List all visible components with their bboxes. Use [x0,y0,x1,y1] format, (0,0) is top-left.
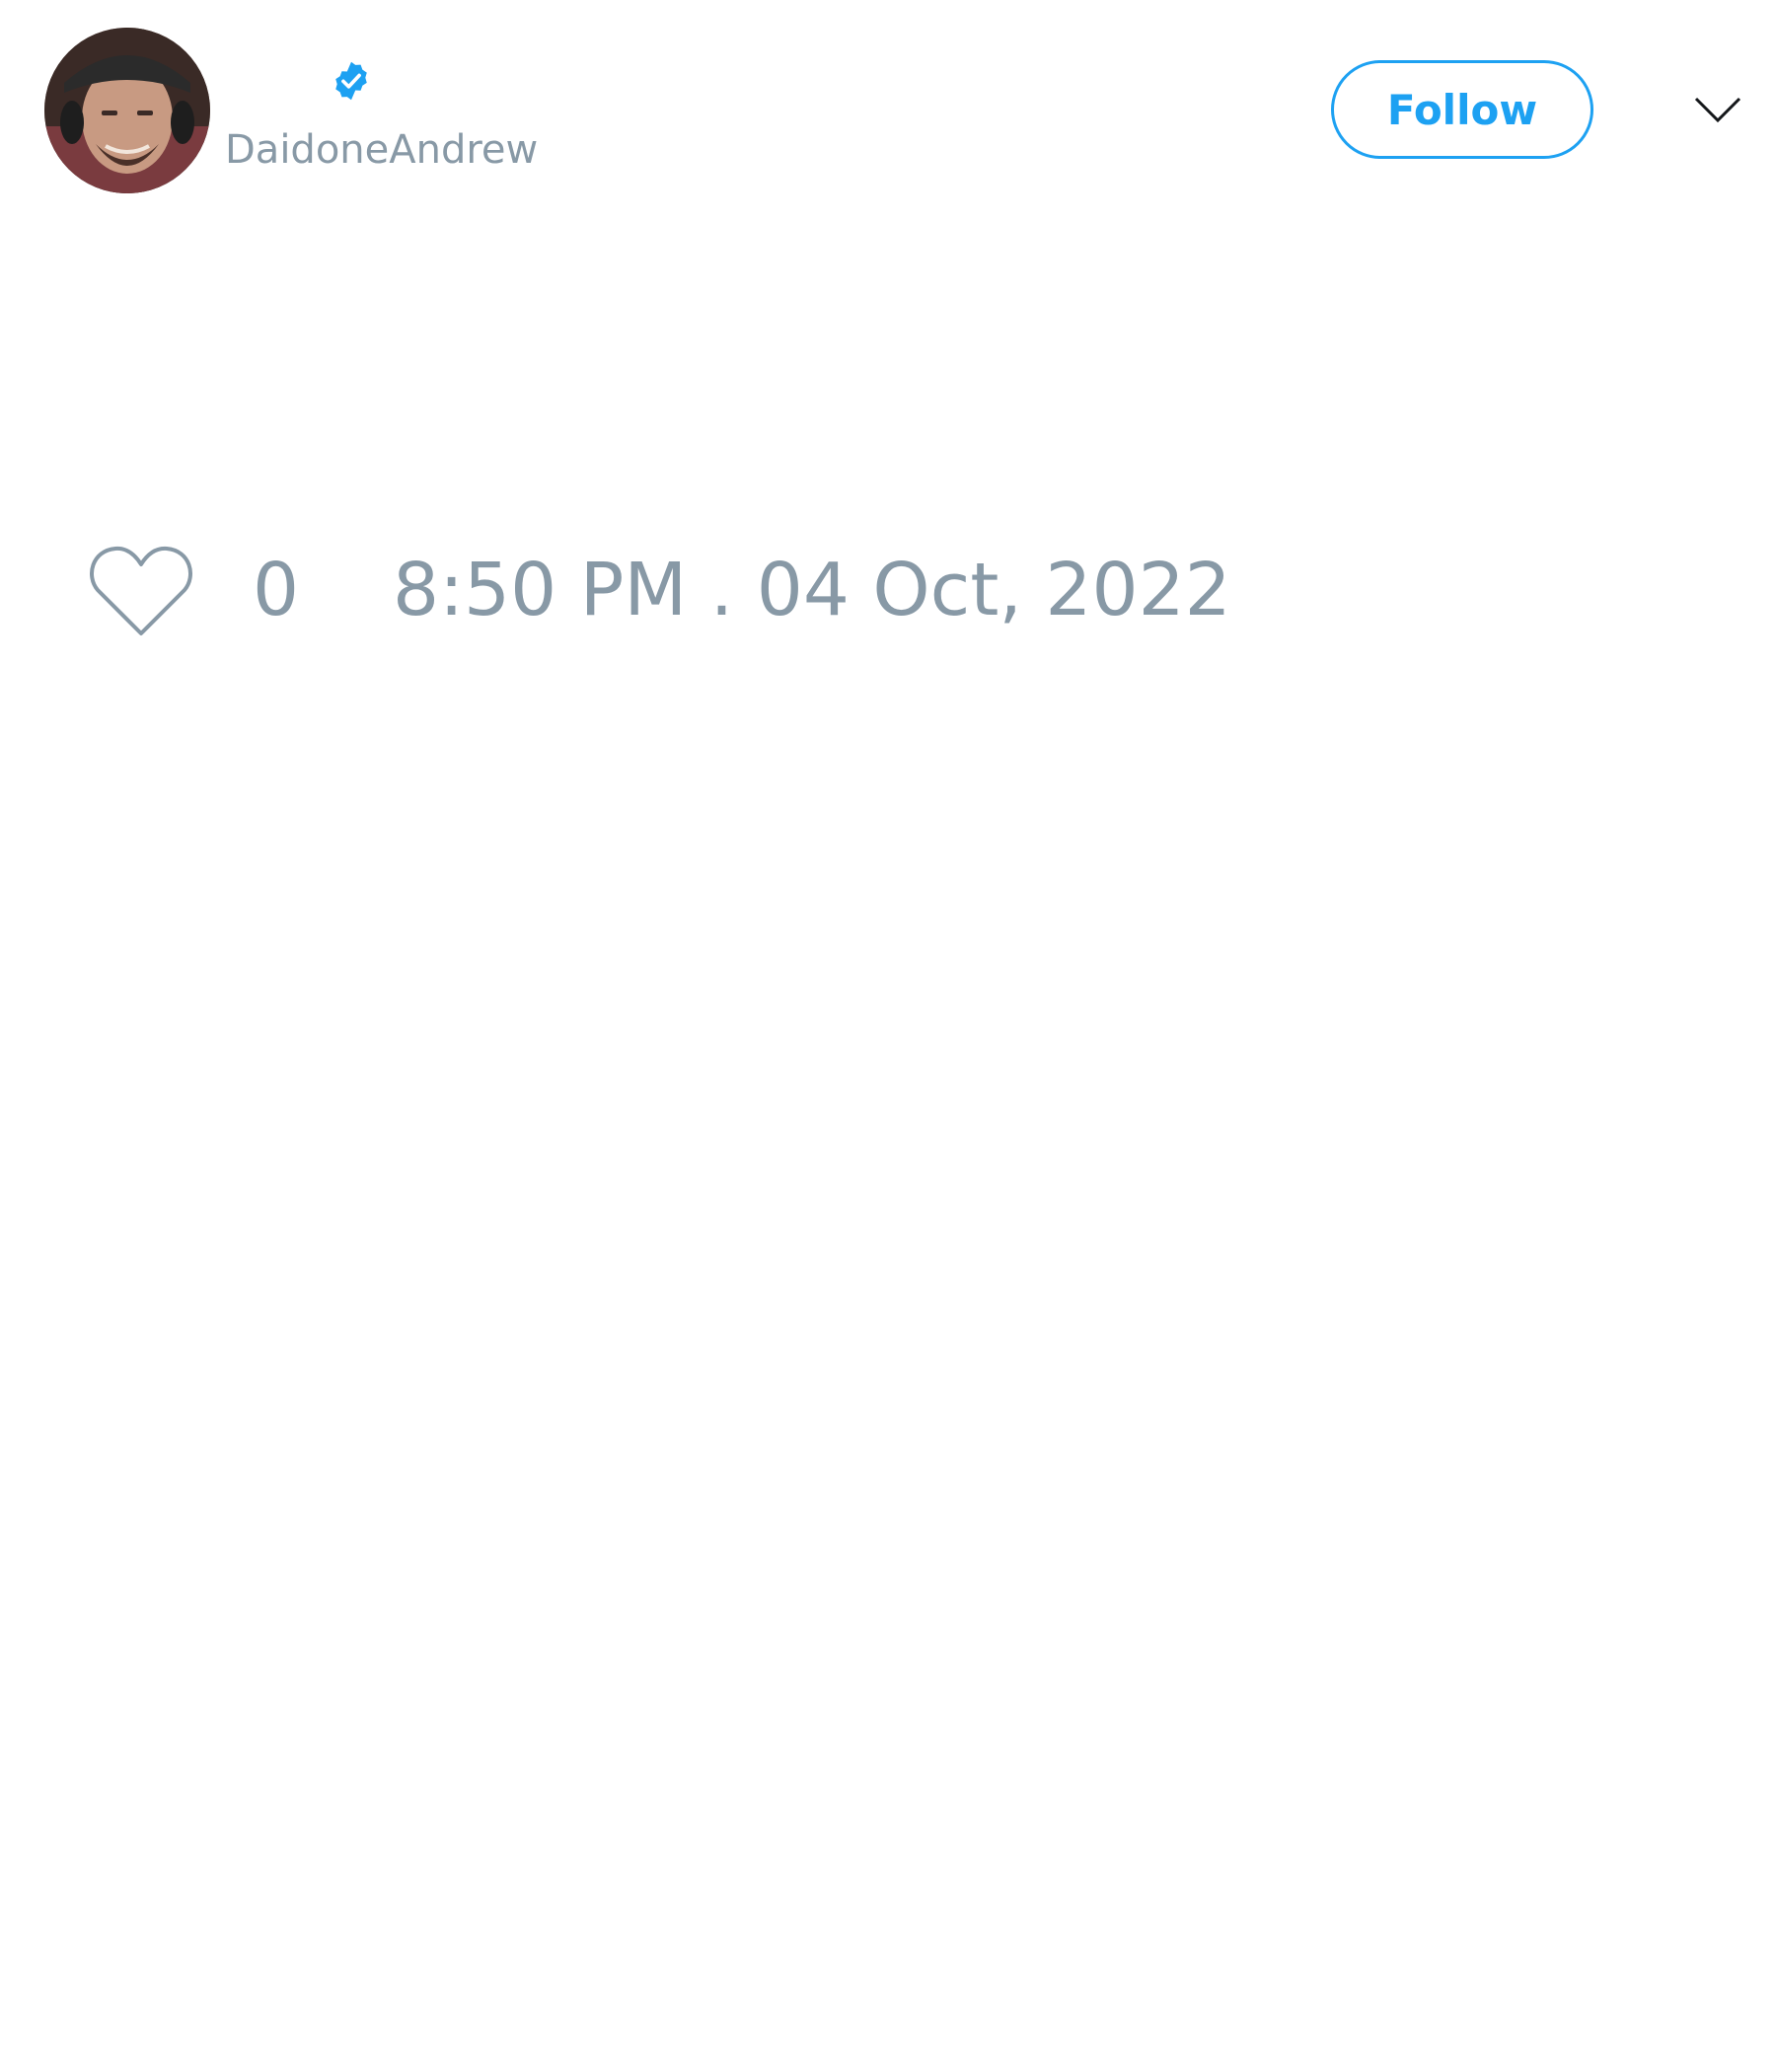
verified-badge-icon [335,61,367,101]
tweet-timestamp[interactable]: 8:50 PM . 04 Oct, 2022 [393,541,1231,639]
heart-outline-icon[interactable] [89,545,193,637]
tweet-actions: 0 8:50 PM . 04 Oct, 2022 [89,541,1667,639]
author-handle[interactable]: DaidoneAndrew [225,126,538,174]
chevron-down-icon[interactable] [1693,95,1742,124]
avatar-photo [44,28,210,193]
like-count: 0 [253,548,300,632]
follow-button[interactable]: Follow [1331,60,1593,159]
avatar[interactable] [44,28,210,193]
